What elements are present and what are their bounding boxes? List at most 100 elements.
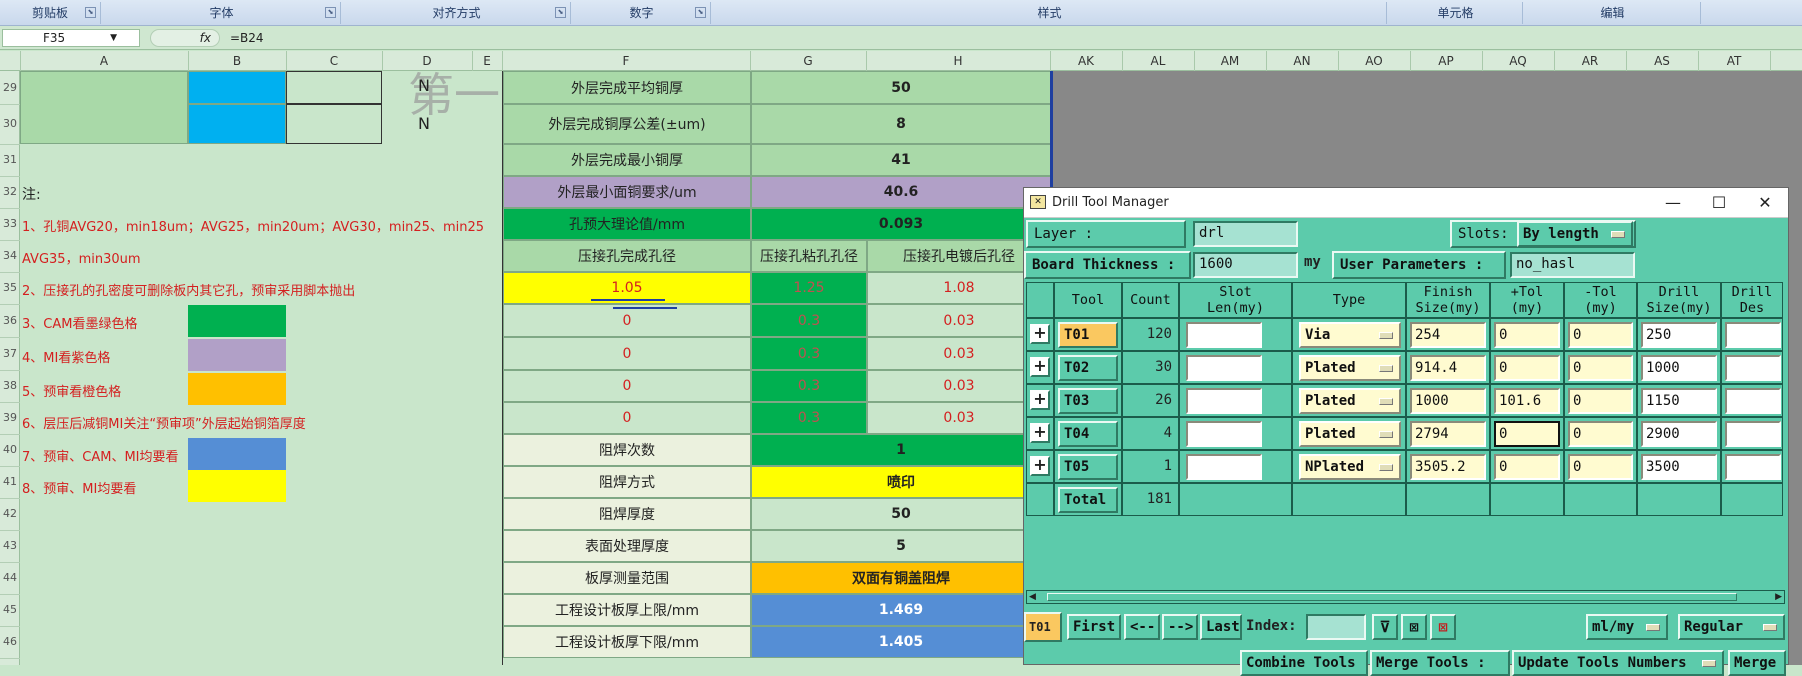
drill-size-input[interactable]: 250 — [1641, 322, 1717, 348]
minus-tol-input[interactable]: 0 — [1568, 322, 1633, 348]
plus-tol-input[interactable]: 0 — [1494, 322, 1560, 348]
dialog-launcher-icon[interactable]: ⬊ — [695, 7, 706, 18]
tool-button[interactable]: T02 — [1058, 355, 1118, 381]
expand-icon[interactable]: + — [1030, 456, 1050, 476]
press-cell[interactable]: 0 — [503, 337, 751, 370]
header-cell[interactable]: 压接孔完成孔径 — [503, 240, 751, 272]
row-header[interactable]: 33 — [0, 208, 20, 241]
plus-tol-input[interactable]: 0 — [1494, 421, 1560, 447]
minus-tol-input[interactable]: 0 — [1568, 355, 1633, 381]
value-cell[interactable]: 5 — [751, 530, 1051, 562]
mode-option-menu[interactable]: Regular — [1678, 614, 1785, 640]
row-header[interactable]: 32 — [0, 176, 20, 209]
label-cell[interactable]: 阻焊厚度 — [503, 498, 751, 530]
row-header[interactable]: 38 — [0, 370, 20, 403]
type-option-menu[interactable]: Plated — [1299, 355, 1401, 381]
insert-function-button[interactable]: fx — [150, 29, 220, 47]
label-cell[interactable]: 外层完成最小铜厚 — [503, 144, 751, 176]
combine-tools-button[interactable]: Combine Tools — [1240, 650, 1368, 676]
expand-icon[interactable]: + — [1030, 324, 1050, 344]
column-header[interactable]: AT — [1698, 51, 1771, 71]
row-header[interactable]: 45 — [0, 594, 20, 627]
ribbon-group-font[interactable]: 字体 ⬊ — [103, 2, 341, 24]
user-parameters-input[interactable]: no_hasl — [1510, 252, 1635, 278]
value-cell[interactable]: 双面有铜盖阻焊 — [751, 562, 1051, 594]
prev-button[interactable]: <-- — [1124, 614, 1160, 640]
row-header[interactable]: 35 — [0, 272, 20, 305]
label-cell[interactable]: 阻焊次数 — [503, 434, 751, 466]
row-header[interactable]: 43 — [0, 530, 20, 563]
scrollbar-thumb[interactable] — [1047, 593, 1737, 601]
slot-len-input[interactable] — [1186, 322, 1262, 348]
value-cell[interactable]: 1.405 — [751, 626, 1051, 658]
value-cell[interactable]: 50 — [751, 71, 1051, 104]
board-thickness-input[interactable]: 1600 — [1193, 252, 1298, 278]
column-header[interactable]: AN — [1266, 51, 1339, 71]
row-header[interactable]: 40 — [0, 434, 20, 467]
label-cell[interactable]: 孔预大理论值/mm — [503, 208, 751, 240]
column-header[interactable]: AL — [1122, 51, 1195, 71]
update-tools-numbers-menu[interactable]: Update Tools Numbers — [1512, 650, 1724, 676]
minus-tol-input[interactable]: 0 — [1568, 454, 1633, 480]
value-cell[interactable]: 40.6 — [751, 176, 1051, 208]
expand-icon[interactable]: + — [1030, 423, 1050, 443]
type-option-menu[interactable]: Plated — [1299, 388, 1401, 414]
slot-len-input[interactable] — [1186, 355, 1262, 381]
scroll-right-icon[interactable]: ▶ — [1775, 592, 1782, 602]
row-header[interactable]: 34 — [0, 240, 20, 273]
label-cell[interactable]: 外层完成平均铜厚 — [503, 71, 751, 104]
finish-size-input[interactable]: 1000 — [1410, 388, 1486, 414]
drill-des-input[interactable] — [1725, 322, 1781, 348]
drill-size-input[interactable]: 1150 — [1641, 388, 1717, 414]
value-cell[interactable]: 1 — [751, 434, 1051, 466]
ribbon-group-cells[interactable]: 单元格 — [1389, 2, 1523, 24]
expand-icon[interactable]: + — [1030, 390, 1050, 410]
column-header[interactable]: AR — [1554, 51, 1627, 71]
press-cell[interactable]: 0 — [503, 402, 751, 434]
slots-option-menu[interactable]: By length — [1517, 221, 1633, 247]
column-header[interactable]: AP — [1410, 51, 1483, 71]
user-parameters-button[interactable]: User Parameters : — [1332, 251, 1506, 279]
ribbon-group-number[interactable]: 数字 ⬊ — [573, 2, 711, 24]
row-header[interactable]: 46 — [0, 626, 20, 659]
dialog-launcher-icon[interactable]: ⬊ — [85, 7, 96, 18]
value-cell[interactable]: 50 — [751, 498, 1051, 530]
drill-des-input[interactable] — [1725, 421, 1781, 447]
label-cell[interactable]: 外层最小面铜要求/um — [503, 176, 751, 208]
minimize-icon[interactable]: — — [1650, 188, 1696, 218]
next-button[interactable]: --> — [1162, 614, 1198, 640]
value-cell[interactable]: 0.093 — [751, 208, 1051, 240]
row-header[interactable]: 42 — [0, 498, 20, 531]
finish-size-input[interactable]: 914.4 — [1410, 355, 1486, 381]
window-titlebar[interactable]: ✕ Drill Tool Manager — ☐ ✕ — [1024, 188, 1788, 218]
ribbon-group-editing[interactable]: 编辑 — [1525, 2, 1701, 24]
label-cell[interactable]: 外层完成铜厚公差(±um) — [503, 104, 751, 144]
close-icon[interactable]: ✕ — [1742, 188, 1788, 218]
column-header[interactable]: C — [286, 51, 383, 71]
dialog-launcher-icon[interactable]: ⬊ — [555, 7, 566, 18]
index-input[interactable] — [1306, 614, 1366, 640]
cell-b30[interactable] — [188, 104, 286, 144]
drill-des-input[interactable] — [1725, 355, 1781, 381]
slot-len-input[interactable] — [1186, 421, 1262, 447]
tool-button[interactable]: T04 — [1058, 421, 1118, 447]
press-cell[interactable]: 1.25 — [751, 272, 867, 304]
ribbon-group-styles[interactable]: 样式 — [713, 2, 1387, 24]
value-cell[interactable]: 8 — [751, 104, 1051, 144]
ribbon-group-clipboard[interactable]: 剪贴板 ⬊ — [0, 2, 101, 24]
column-header[interactable]: G — [750, 51, 867, 71]
minus-tol-input[interactable]: 0 — [1568, 388, 1633, 414]
ribbon-group-alignment[interactable]: 对齐方式 ⬊ — [343, 2, 571, 24]
column-header[interactable]: B — [188, 51, 287, 71]
press-cell[interactable]: 0.3 — [751, 370, 867, 402]
column-header[interactable]: AO — [1338, 51, 1411, 71]
slot-len-input[interactable] — [1186, 454, 1262, 480]
scroll-left-icon[interactable]: ◀ — [1029, 592, 1036, 602]
drill-size-input[interactable]: 2900 — [1641, 421, 1717, 447]
drill-des-input[interactable] — [1725, 454, 1781, 480]
filter-icon[interactable]: ⊽ — [1372, 614, 1398, 640]
tool-button[interactable]: T03 — [1058, 388, 1118, 414]
header-cell[interactable]: 压接孔粘孔孔径 — [751, 240, 867, 272]
row-header[interactable]: 44 — [0, 562, 20, 595]
finish-size-input[interactable]: 2794 — [1410, 421, 1486, 447]
